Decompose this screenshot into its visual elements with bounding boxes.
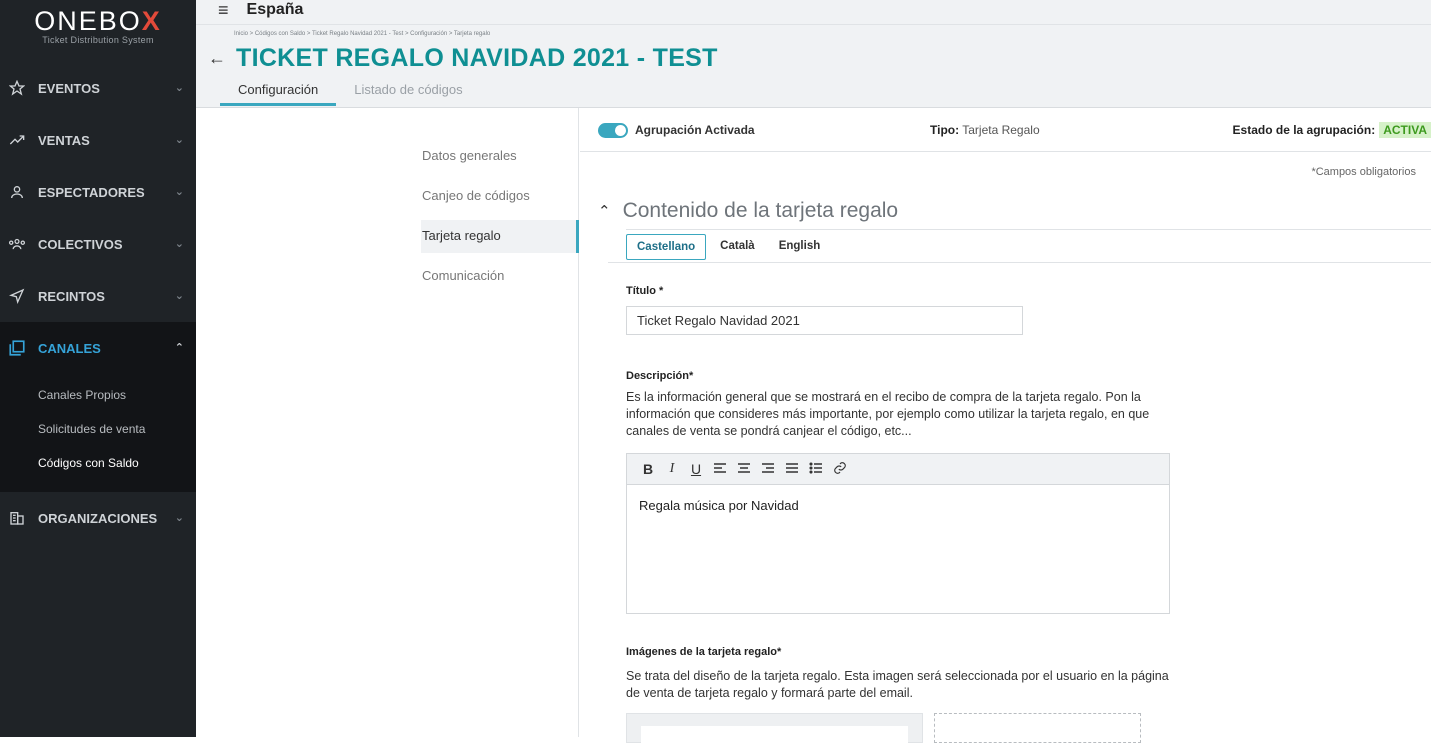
toggle-label: Agrupación Activada <box>635 123 755 137</box>
page-header: ≡ España Inicio > Códigos con Saldo > Ti… <box>196 0 1431 108</box>
tab-configuracion[interactable]: Configuración <box>220 82 337 106</box>
sidebar-item-recintos[interactable]: RECINTOS ⌄ <box>0 270 196 322</box>
config-submenu: Datos generales Canjeo de códigos Tarjet… <box>196 108 579 737</box>
chevron-up-icon: ⌃ <box>598 203 611 220</box>
editor-content[interactable]: Regala música por Navidad <box>627 485 1169 526</box>
section-header[interactable]: ⌃ Contenido de la tarjeta regalo <box>598 199 898 223</box>
copy-icon <box>6 337 28 359</box>
sidebar-item-label: VENTAS <box>38 132 90 148</box>
canales-submenu: Canales Propios Solicitudes de venta Cód… <box>0 374 196 492</box>
section-title: Contenido de la tarjeta regalo <box>622 199 899 222</box>
trend-icon <box>6 129 28 151</box>
align-right-icon[interactable] <box>757 461 779 477</box>
sidebar-item-label: ORGANIZACIONES <box>38 510 158 526</box>
sidebar: ONEBOX Ticket Distribution System EVENTO… <box>0 0 196 737</box>
submenu-canjeo-codigos[interactable]: Canjeo de códigos <box>422 188 530 203</box>
sidebar-item-eventos[interactable]: EVENTOS ⌄ <box>0 62 196 114</box>
sidebar-item-canales[interactable]: CANALES ⌃ <box>0 322 196 374</box>
imagenes-help: Se trata del diseño de la tarjeta regalo… <box>626 669 1169 700</box>
imagenes-label: Imágenes de la tarjeta regalo* <box>626 646 782 658</box>
bold-icon[interactable]: B <box>637 461 659 477</box>
title-row: ← TICKET REGALO NAVIDAD 2021 - TEST <box>208 44 718 73</box>
sidebar-item-espectadores[interactable]: ESPECTADORES ⌄ <box>0 166 196 218</box>
image-upload-dropzone[interactable] <box>934 713 1141 743</box>
chevron-down-icon: ⌄ <box>174 290 184 302</box>
chevron-down-icon: ⌄ <box>174 82 184 94</box>
underline-icon[interactable]: U <box>685 461 707 477</box>
tab-catala[interactable]: Català <box>710 234 765 260</box>
status-badge: ACTIVA <box>1379 122 1431 138</box>
tab-castellano[interactable]: Castellano <box>626 234 707 260</box>
rich-text-editor[interactable]: B I U Regala música por Navidad <box>626 453 1170 614</box>
sidebar-item-label: ESPECTADORES <box>38 184 145 200</box>
sidebar-item-colectivos[interactable]: COLECTIVOS ⌄ <box>0 218 196 270</box>
image-preview-inner <box>641 726 908 746</box>
language-tabs: Castellano Català English <box>626 234 834 260</box>
user-icon <box>6 181 28 203</box>
submenu-datos-generales[interactable]: Datos generales <box>422 148 517 163</box>
agrupacion-toggle[interactable] <box>598 123 628 138</box>
header-tabs: Configuración Listado de códigos <box>220 82 481 106</box>
required-fields-note: *Campos obligatorios <box>1311 166 1416 178</box>
status-bar: Agrupación Activada Tipo: Tarjeta Regalo… <box>580 108 1431 152</box>
submenu-tarjeta-regalo[interactable]: Tarjeta regalo <box>422 228 501 243</box>
estado-info: Estado de la agrupación: ACTIVA <box>1233 122 1431 138</box>
building-icon <box>6 507 28 529</box>
star-icon <box>6 77 28 99</box>
align-justify-icon[interactable] <box>781 461 803 477</box>
brand-subtitle: Ticket Distribution System <box>42 35 154 45</box>
chevron-down-icon: ⌄ <box>174 186 184 198</box>
sidebar-subitem-codigos-saldo[interactable]: Códigos con Saldo <box>0 446 196 480</box>
sidebar-subitem-canales-propios[interactable]: Canales Propios <box>0 378 196 412</box>
align-left-icon[interactable] <box>709 461 731 477</box>
descripcion-label: Descripción* <box>626 370 694 382</box>
location-icon <box>6 285 28 307</box>
main-content: Agrupación Activada Tipo: Tarjeta Regalo… <box>580 108 1431 746</box>
chevron-up-icon: ⌃ <box>174 342 184 354</box>
align-center-icon[interactable] <box>733 461 755 477</box>
top-bar: ≡ España <box>218 0 303 20</box>
sidebar-item-organizaciones[interactable]: ORGANIZACIONES ⌄ <box>0 492 196 544</box>
titulo-label: Título * <box>626 285 664 297</box>
breadcrumb[interactable]: Inicio > Códigos con Saldo > Ticket Rega… <box>234 31 490 37</box>
chevron-down-icon: ⌄ <box>174 512 184 524</box>
page-title: TICKET REGALO NAVIDAD 2021 - TEST <box>236 44 718 72</box>
editor-toolbar: B I U <box>627 454 1169 485</box>
sidebar-item-ventas[interactable]: VENTAS ⌄ <box>0 114 196 166</box>
descripcion-help: Es la información general que se mostrar… <box>626 390 1150 438</box>
group-icon <box>6 233 28 255</box>
link-icon[interactable] <box>829 461 851 478</box>
brand-name: ONEBOX <box>34 6 162 36</box>
country-selector[interactable]: España <box>247 1 304 19</box>
titulo-input[interactable] <box>626 306 1023 335</box>
sidebar-item-label: EVENTOS <box>38 80 100 96</box>
list-icon[interactable] <box>805 461 827 477</box>
italic-icon[interactable]: I <box>661 461 683 477</box>
menu-icon[interactable]: ≡ <box>218 0 229 21</box>
tab-listado-codigos[interactable]: Listado de códigos <box>336 82 480 106</box>
sidebar-item-label: RECINTOS <box>38 288 105 304</box>
tipo-info: Tipo: Tarjeta Regalo <box>930 123 1040 137</box>
divider <box>608 262 1431 263</box>
divider <box>196 24 1431 25</box>
submenu-comunicacion[interactable]: Comunicación <box>422 268 504 283</box>
divider <box>626 229 1431 230</box>
sidebar-item-label: COLECTIVOS <box>38 236 123 252</box>
image-preview[interactable] <box>626 713 923 746</box>
chevron-down-icon: ⌄ <box>174 238 184 250</box>
back-arrow-icon[interactable]: ← <box>208 48 226 69</box>
sidebar-item-label: CANALES <box>38 340 101 356</box>
sidebar-subitem-solicitudes[interactable]: Solicitudes de venta <box>0 412 196 446</box>
chevron-down-icon: ⌄ <box>174 134 184 146</box>
brand-logo[interactable]: ONEBOX Ticket Distribution System <box>0 0 196 62</box>
tab-english[interactable]: English <box>769 234 831 260</box>
